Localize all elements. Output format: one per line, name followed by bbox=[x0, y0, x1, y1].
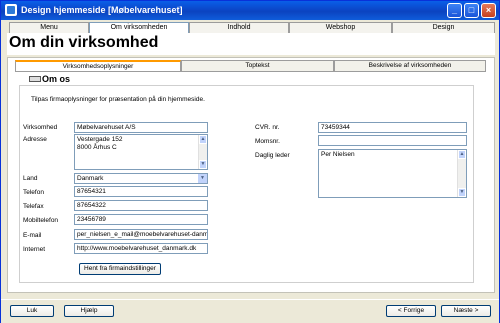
scroll-up-icon[interactable]: ▲ bbox=[458, 150, 466, 159]
label-telefon: Telefon bbox=[23, 189, 44, 196]
tab-webshop[interactable]: Webshop bbox=[289, 22, 392, 33]
internet-field[interactable]: http://www.moebelvarehuset_danmark.dk bbox=[74, 243, 208, 254]
scroll-up-icon[interactable]: ▲ bbox=[199, 135, 207, 144]
daglig-leder-scrollbar[interactable]: ▲ ▼ bbox=[457, 150, 466, 197]
section-description: Tilpas firmaoplysninger for præsentation… bbox=[31, 96, 205, 103]
naeste-button[interactable]: Næste > bbox=[441, 305, 491, 317]
title-bar: Design hjemmeside [Møbelvarehuset] _ □ × bbox=[1, 1, 499, 20]
adresse-textarea[interactable]: Vestergade 152 8000 Århus C ▲ ▼ bbox=[74, 134, 208, 170]
label-land: Land bbox=[23, 175, 38, 182]
momsnr-field[interactable] bbox=[318, 135, 467, 146]
scroll-down-icon[interactable]: ▼ bbox=[199, 160, 207, 169]
label-email: E-mail bbox=[23, 232, 42, 239]
daglig-leder-textarea[interactable]: Per Nielsen ▲ ▼ bbox=[318, 149, 467, 198]
mobiltelefon-field[interactable]: 23456789 bbox=[74, 214, 208, 225]
maximize-button[interactable]: □ bbox=[464, 3, 479, 18]
land-value: Danmark bbox=[77, 175, 104, 182]
label-cvr: CVR. nr. bbox=[255, 124, 280, 131]
label-daglig-leder: Daglig leder bbox=[255, 152, 290, 159]
label-mobiltelefon: Mobiltelefon bbox=[23, 217, 59, 224]
telefax-field[interactable]: 87654322 bbox=[74, 200, 208, 211]
subtab-beskrivelse[interactable]: Beskrivelse af virksomheden bbox=[334, 60, 486, 72]
adresse-scrollbar[interactable]: ▲ ▼ bbox=[198, 135, 207, 169]
email-field[interactable]: per_nielsen_e_mail@moebelvarehuset-danma… bbox=[74, 229, 208, 240]
forrige-button[interactable]: < Forrige bbox=[386, 305, 436, 317]
tab-indhold[interactable]: Indhold bbox=[189, 22, 289, 33]
page-header: Om din virksomhed bbox=[7, 33, 495, 55]
subtab-toptekst[interactable]: Toptekst bbox=[181, 60, 334, 72]
label-internet: Internet bbox=[23, 246, 46, 253]
luk-button[interactable]: Luk bbox=[10, 305, 54, 317]
label-telefax: Telefax bbox=[23, 203, 44, 210]
virksomhed-field[interactable]: Møbelvarehuset A/S bbox=[74, 122, 208, 133]
land-select[interactable]: Danmark ▼ bbox=[74, 173, 208, 184]
adresse-line-1: Vestergade 152 bbox=[77, 136, 123, 143]
scroll-down-icon[interactable]: ▼ bbox=[458, 188, 466, 197]
chevron-down-icon[interactable]: ▼ bbox=[197, 174, 207, 183]
hjaelp-button[interactable]: Hjælp bbox=[64, 305, 114, 317]
label-virksomhed: Virksomhed bbox=[23, 124, 58, 131]
card-icon bbox=[29, 76, 41, 82]
page-title: Om din virksomhed bbox=[9, 34, 159, 51]
fetch-settings-button[interactable]: Hent fra firmaindstillinger bbox=[79, 263, 161, 275]
subtab-virksomhedsoplysninger[interactable]: Virksomhedsoplysninger bbox=[15, 60, 181, 72]
cvr-field[interactable]: 73459344 bbox=[318, 122, 467, 133]
adresse-line-2: 8000 Århus C bbox=[77, 144, 117, 151]
tab-design[interactable]: Design bbox=[392, 22, 495, 33]
telefon-field[interactable]: 87654321 bbox=[74, 186, 208, 197]
top-navigation: Menu Om virksomheden Indhold Webshop Des… bbox=[9, 22, 495, 34]
section-title: Om os bbox=[42, 74, 71, 84]
tab-menu[interactable]: Menu bbox=[9, 22, 89, 33]
app-icon bbox=[5, 4, 17, 16]
window-title: Design hjemmeside [Møbelvarehuset] bbox=[21, 5, 183, 15]
close-button[interactable]: × bbox=[481, 3, 496, 18]
label-momsnr: Momsnr. bbox=[255, 138, 280, 145]
label-adresse: Adresse bbox=[23, 136, 47, 143]
daglig-leder-value: Per Nielsen bbox=[321, 151, 355, 158]
minimize-button[interactable]: _ bbox=[447, 3, 462, 18]
application-window: Design hjemmeside [Møbelvarehuset] _ □ ×… bbox=[0, 0, 500, 323]
